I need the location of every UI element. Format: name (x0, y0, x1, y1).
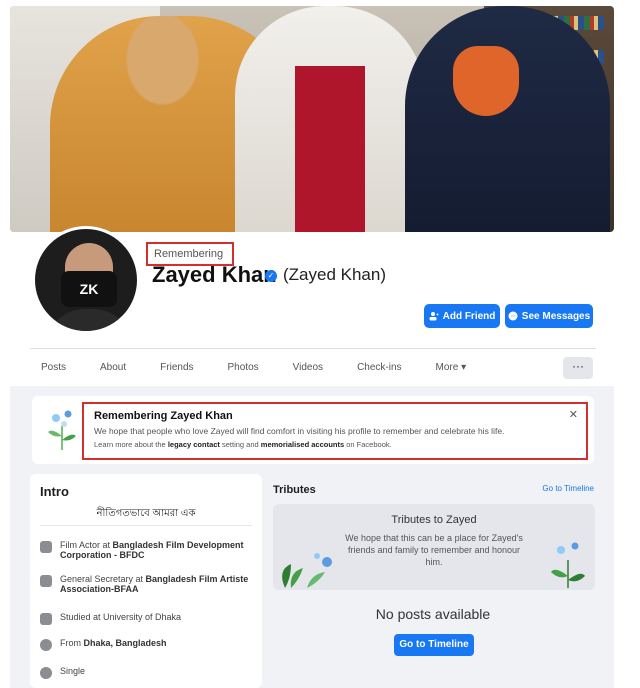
profile-name: Zayed Khan (152, 262, 277, 287)
see-messages-label: See Messages (521, 310, 591, 322)
cover-person-middle (235, 6, 425, 232)
tributes-title: Tributes (273, 484, 316, 496)
cover-person-right (405, 6, 610, 232)
tabs-divider (30, 348, 596, 349)
memorial-banner: Remembering Zayed Khan We hope that peop… (32, 396, 594, 464)
intro-item-hometown: From Dhaka, Bangladesh (40, 638, 254, 651)
hometown-link[interactable]: Dhaka, Bangladesh (84, 638, 167, 648)
see-messages-button[interactable]: See Messages (505, 304, 593, 328)
profile-alternate-name: (Zayed Khan) (283, 265, 386, 284)
cover-photo[interactable] (10, 6, 614, 232)
profile-tabs: Posts About Friends Photos Videos Check-… (30, 356, 488, 380)
memorial-title: Remembering Zayed Khan (94, 410, 233, 422)
memorial-learn-more: Learn more about the legacy contact sett… (94, 440, 392, 449)
intro-item-relationship: Single (40, 666, 254, 679)
tab-videos[interactable]: Videos (281, 356, 323, 380)
add-friend-label: Add Friend (442, 310, 496, 322)
memorial-text: We hope that people who love Zayed will … (94, 426, 505, 436)
avatar-mask-text: ZK (61, 271, 117, 307)
go-to-timeline-link[interactable]: Go to Timeline (542, 484, 594, 493)
profile-page: ZK Remembering Zayed Khan ✓ (Zayed Khan)… (0, 0, 640, 688)
tributes-section: Tributes Go to Timeline Tributes to Zaye… (272, 474, 595, 688)
tab-friends[interactable]: Friends (148, 356, 193, 380)
heart-icon (40, 667, 52, 679)
tab-photos[interactable]: Photos (216, 356, 259, 380)
content-area: Remembering Zayed Khan We hope that peop… (10, 386, 614, 688)
go-to-timeline-button[interactable]: Go to Timeline (394, 634, 474, 656)
caret-down-icon: ▾ (461, 362, 467, 373)
intro-card: Intro নীতিগতভাবে আমরা এক Film Actor at B… (30, 474, 262, 688)
tab-check-ins[interactable]: Check-ins (345, 356, 401, 380)
plant-right-icon (551, 542, 585, 588)
tab-more[interactable]: More ▾ (424, 356, 467, 380)
briefcase-icon (40, 575, 52, 587)
plant-left-icon (282, 553, 332, 588)
intro-title: Intro (40, 484, 69, 499)
tributes-card: Tributes to Zayed We hope that this can … (273, 504, 595, 590)
memorialised-accounts-link[interactable]: memorialised accounts (261, 440, 344, 449)
tributes-card-title: Tributes to Zayed (391, 514, 477, 526)
legacy-contact-link[interactable]: legacy contact (168, 440, 220, 449)
memorial-message-box: Remembering Zayed Khan We hope that peop… (82, 402, 588, 460)
messenger-icon (508, 311, 518, 321)
tributes-card-text: We hope that this can be a place for Zay… (345, 533, 523, 567)
tab-about[interactable]: About (88, 356, 126, 380)
location-pin-icon (40, 639, 52, 651)
intro-item-work-1: Film Actor at Bangladesh Film Developmen… (40, 540, 254, 560)
no-posts-text: No posts available (375, 606, 491, 622)
close-icon[interactable]: ✕ (569, 408, 578, 421)
intro-item-education: Studied at University of Dhaka (40, 612, 254, 625)
flowers-icon (48, 410, 76, 450)
add-person-icon (429, 312, 439, 321)
more-options-button[interactable]: ··· (563, 357, 593, 379)
intro-item-work-2: General Secretary at Bangladesh Film Art… (40, 574, 254, 594)
profile-avatar[interactable]: ZK (32, 226, 140, 334)
intro-bio: নীতিগতভাবে আমরা এক (40, 502, 252, 526)
briefcase-icon (40, 541, 52, 553)
add-friend-button[interactable]: Add Friend (424, 304, 500, 328)
tab-posts[interactable]: Posts (30, 356, 66, 380)
graduation-cap-icon (40, 613, 52, 625)
verified-check-icon: ✓ (265, 270, 277, 282)
